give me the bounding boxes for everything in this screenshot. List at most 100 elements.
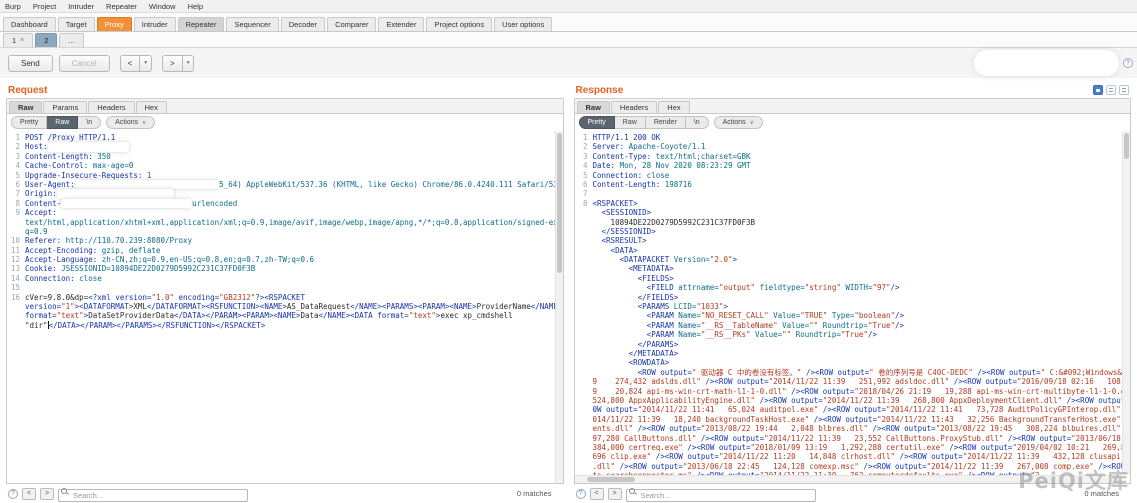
code-token: Type= xyxy=(827,311,854,320)
request-tab-hex[interactable]: Hex xyxy=(136,101,167,113)
send-button[interactable]: Send xyxy=(8,55,53,72)
code-line: 014/11/22 11:39 18,240 backgroundTaskHos… xyxy=(575,415,1129,424)
tab-intruder[interactable]: Intruder xyxy=(134,17,176,31)
response-tab-hex[interactable]: Hex xyxy=(658,101,689,113)
code-token: ents.dll" xyxy=(593,424,634,433)
code-token: AS_DataRequest xyxy=(287,302,350,311)
response-vertical-scrollbar[interactable] xyxy=(1122,131,1130,475)
tab-target[interactable]: Target xyxy=(58,17,95,31)
line-number xyxy=(7,311,20,320)
code-token: Content- xyxy=(25,199,61,208)
layout-controls xyxy=(1093,85,1129,95)
prev-match-button[interactable]: < xyxy=(590,488,604,500)
search-icon xyxy=(61,488,67,494)
history-back-dropdown-icon[interactable]: ▾ xyxy=(140,55,152,72)
request-tab-raw[interactable]: Raw xyxy=(9,101,42,113)
response-tab-raw[interactable]: Raw xyxy=(577,101,610,113)
code-line: 14Connection: close xyxy=(7,274,561,283)
search-help-icon[interactable]: ? xyxy=(576,489,586,499)
response-view-option-n[interactable]: \n xyxy=(686,116,709,129)
code-line: </METADATA> xyxy=(575,349,1129,358)
repeater-tab-1[interactable]: 1× xyxy=(3,33,33,47)
request-view-option-raw[interactable]: Raw xyxy=(47,116,78,129)
code-line: 384,000 certreq.exe" /><ROW output="2018… xyxy=(575,443,1129,452)
tab-proxy[interactable]: Proxy xyxy=(97,17,132,31)
line-number: 7 xyxy=(7,189,20,198)
response-scrollbar-thumb[interactable] xyxy=(1124,133,1129,159)
line-number xyxy=(575,358,588,367)
search-help-icon[interactable]: ? xyxy=(8,489,18,499)
request-tab-params[interactable]: Params xyxy=(43,101,87,113)
tab-user-options[interactable]: User options xyxy=(494,17,552,31)
line-number: 7 xyxy=(575,189,588,198)
request-editor[interactable]: PrettyRaw\n Actions∨ 1POST /Proxy HTTP/1.… xyxy=(6,113,564,484)
response-horizontal-scrollbar[interactable] xyxy=(575,475,1123,483)
response-search-input[interactable] xyxy=(626,489,816,502)
code-token: Value= xyxy=(751,330,783,339)
menu-burp[interactable]: Burp xyxy=(5,2,21,11)
request-scrollbar-thumb[interactable] xyxy=(557,133,562,273)
response-tab-headers[interactable]: Headers xyxy=(611,101,657,113)
next-match-button[interactable]: > xyxy=(40,488,54,500)
code-token: 97,280 CallButtons.dll" xyxy=(593,434,697,443)
menu-window[interactable]: Window xyxy=(149,2,176,11)
request-tab-headers[interactable]: Headers xyxy=(88,101,134,113)
tab-comparer[interactable]: Comparer xyxy=(327,17,376,31)
code-token: "2014/11/22 11:39 23,552 CallButtons.Pro… xyxy=(764,434,1003,443)
code-token: "2013/08/22 19:45 308,224 blbuires.dll" xyxy=(936,424,1121,433)
response-code-area[interactable]: 1HTTP/1.1 200 OK2Server: Apache-Coyote/1… xyxy=(575,131,1131,483)
inspector-panel-icon[interactable] xyxy=(1093,85,1103,95)
main-tab-bar: DashboardTargetProxyIntruderRepeaterSequ… xyxy=(0,13,1137,32)
columns-layout-icon[interactable] xyxy=(1106,85,1116,95)
code-token: Name= xyxy=(678,321,701,330)
code-token: 0W output= xyxy=(593,405,638,414)
line-number: 9 xyxy=(7,208,20,217)
tab-decoder[interactable]: Decoder xyxy=(281,17,325,31)
tab-project-options[interactable]: Project options xyxy=(426,17,492,31)
request-view-option-pretty[interactable]: Pretty xyxy=(11,116,47,129)
request-actions-button[interactable]: Actions∨ xyxy=(106,116,155,129)
code-line: 696 clip.exe" /><ROW output="2014/11/22 … xyxy=(575,452,1129,461)
next-match-button[interactable]: > xyxy=(608,488,622,500)
tab-extender[interactable]: Extender xyxy=(378,17,424,31)
response-view-option-raw[interactable]: Raw xyxy=(615,116,646,129)
code-line: 12Accept-Language: zh-CN,zh;q=0.9,en-US;… xyxy=(7,255,561,264)
repeater-tab-n[interactable]: ... xyxy=(59,33,83,47)
code-token: </NAME><DATA format= xyxy=(319,311,409,320)
code-token: /><ROW output= xyxy=(818,405,886,414)
code-token: "2016/09/18 02:16 108,42 xyxy=(1017,377,1130,386)
tab-sequencer[interactable]: Sequencer xyxy=(226,17,278,31)
code-token: "text" xyxy=(409,311,436,320)
history-back-button[interactable]: < xyxy=(120,55,141,72)
history-forward-dropdown-icon[interactable]: ▾ xyxy=(183,55,195,72)
code-line: 2Host: xyxy=(7,142,561,151)
rows-layout-icon[interactable] xyxy=(1119,85,1129,95)
history-forward-button[interactable]: > xyxy=(162,55,183,72)
repeater-tab-2[interactable]: 2 xyxy=(35,33,57,47)
repeater-tab-label: 1 xyxy=(12,36,16,45)
prev-match-button[interactable]: < xyxy=(22,488,36,500)
code-token: LCID= xyxy=(674,302,697,311)
request-vertical-scrollbar[interactable] xyxy=(555,131,563,483)
request-code-area[interactable]: 1POST /Proxy HTTP/1.12Host: 3Content-Len… xyxy=(7,131,563,483)
response-view-option-pretty[interactable]: Pretty xyxy=(579,116,615,129)
code-token: </NAME><PARAMS><PARAM><NAME> xyxy=(350,302,476,311)
request-search-input[interactable] xyxy=(58,489,248,502)
cancel-button[interactable]: Cancel xyxy=(59,55,110,72)
menu-intruder[interactable]: Intruder xyxy=(68,2,94,11)
tab-repeater[interactable]: Repeater xyxy=(178,17,225,31)
response-hscrollbar-thumb[interactable] xyxy=(587,477,635,482)
menu-help[interactable]: Help xyxy=(188,2,203,11)
request-view-option-n[interactable]: \n xyxy=(78,116,101,129)
line-number xyxy=(575,443,588,452)
tab-dashboard[interactable]: Dashboard xyxy=(3,17,56,31)
line-number: 3 xyxy=(575,152,588,161)
response-editor[interactable]: PrettyRawRender\n Actions∨ 1HTTP/1.1 200 … xyxy=(574,113,1132,484)
menu-repeater[interactable]: Repeater xyxy=(106,2,137,11)
close-tab-icon[interactable]: × xyxy=(20,37,24,44)
menu-project[interactable]: Project xyxy=(33,2,56,11)
response-actions-button[interactable]: Actions∨ xyxy=(714,116,763,129)
response-view-option-render[interactable]: Render xyxy=(646,116,686,129)
help-icon[interactable]: ? xyxy=(1123,58,1133,68)
code-line: 2Server: Apache-Coyote/1.1 xyxy=(575,142,1129,151)
